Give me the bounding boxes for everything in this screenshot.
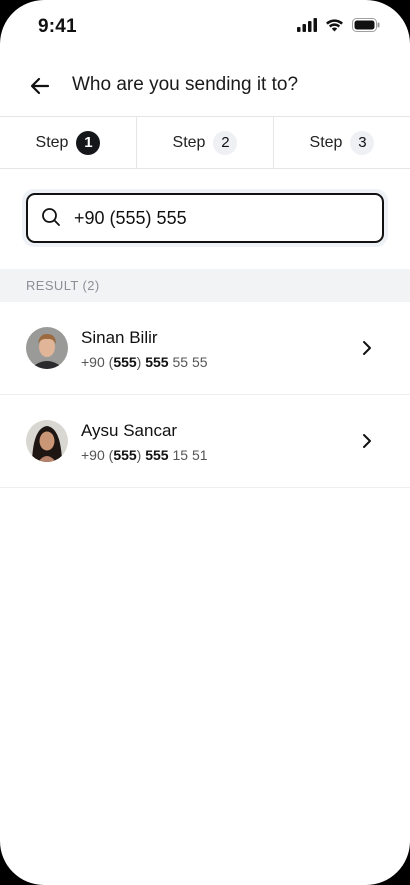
search-icon: [42, 208, 60, 226]
result-section-header: RESULT (2): [0, 269, 410, 302]
page-title: Who are you sending it to?: [72, 74, 299, 95]
search-box[interactable]: [26, 193, 384, 243]
signal-icon: [297, 18, 317, 32]
contact-row[interactable]: Aysu Sancar +90 (555) 555 15 51: [0, 395, 410, 488]
step-tab-3[interactable]: Step 3: [274, 117, 410, 168]
contact-row[interactable]: Sinan Bilir +90 (555) 555 55 55: [0, 302, 410, 395]
status-icons: [297, 18, 380, 32]
result-count-label: RESULT (2): [26, 278, 100, 293]
wifi-icon: [326, 19, 343, 32]
contact-name: Aysu Sancar: [81, 421, 178, 440]
contact-phone: +90 (555) 555 15 51: [81, 447, 208, 463]
contact-name: Sinan Bilir: [81, 328, 158, 347]
step-tab-1[interactable]: Step 1: [0, 117, 137, 168]
page-header: Who are you sending it to?: [0, 62, 410, 108]
status-bar: 9:41: [0, 0, 410, 54]
contact-phone: +90 (555) 555 55 55: [81, 354, 208, 370]
chevron-right-icon: [363, 341, 371, 355]
arrow-left-icon[interactable]: [26, 72, 54, 100]
step-label: Step: [172, 133, 206, 151]
search-input[interactable]: [72, 203, 372, 233]
battery-icon: [352, 18, 380, 32]
avatar: [26, 420, 68, 462]
phone-screen: 9:41 Who are you sending it to? Step 1 S…: [0, 0, 410, 885]
step-number-badge: 2: [213, 130, 238, 155]
avatar: [26, 327, 68, 369]
step-label: Step: [309, 133, 343, 151]
step-tabs: Step 1 Step 2 Step 3: [0, 116, 410, 169]
step-label: Step: [35, 133, 69, 151]
search-field-focus-ring: [22, 189, 388, 247]
step-tab-2[interactable]: Step 2: [137, 117, 274, 168]
step-number-badge: 3: [350, 130, 375, 155]
step-number-badge: 1: [76, 130, 101, 155]
status-time: 9:41: [38, 16, 77, 37]
chevron-right-icon: [363, 434, 371, 448]
